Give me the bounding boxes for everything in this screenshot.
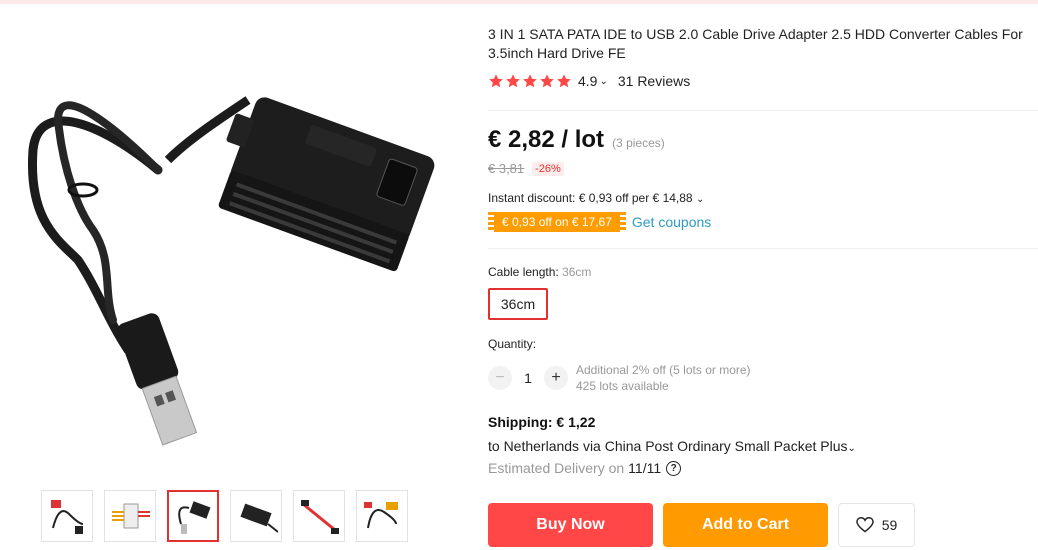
top-border xyxy=(0,0,1038,4)
star-icon xyxy=(489,74,503,88)
help-icon[interactable]: ? xyxy=(666,460,682,476)
thumbnail-1[interactable] xyxy=(41,490,93,542)
cable-length-selected: 36cm xyxy=(562,265,592,279)
instant-discount-text: Instant discount: € 0,93 off per € 14,88 xyxy=(488,191,693,205)
cable-length-title: Cable length: xyxy=(488,265,559,279)
star-icon xyxy=(523,74,537,88)
product-title: 3 IN 1 SATA PATA IDE to USB 2.0 Cable Dr… xyxy=(488,26,1023,61)
wishlist-count: 59 xyxy=(881,517,898,533)
discount-badge: -26% xyxy=(532,161,564,176)
estimated-delivery-date: 11/11 xyxy=(628,460,662,476)
heart-icon xyxy=(855,517,874,533)
coupon-edge xyxy=(619,212,626,232)
estimated-delivery: Estimated Delivery on 11/11 ? xyxy=(488,460,682,476)
coupon-row: € 0,93 off on € 17,67 Get coupons xyxy=(488,212,711,232)
chevron-down-icon: ⌄ xyxy=(695,194,705,205)
instant-discount[interactable]: Instant discount: € 0,93 off per € 14,88… xyxy=(488,191,704,205)
quantity-info: Additional 2% off (5 lots or more) 425 l… xyxy=(576,362,751,394)
thumbnail-4[interactable] xyxy=(230,490,282,542)
star-rating xyxy=(488,73,572,89)
shipping-destination[interactable]: to Netherlands via China Post Ordinary S… xyxy=(488,438,856,454)
shipping-destination-text: to Netherlands via China Post Ordinary S… xyxy=(488,438,848,454)
thumbnail-5[interactable] xyxy=(293,490,345,542)
divider xyxy=(488,110,1038,111)
original-price: € 3,81 xyxy=(488,161,525,176)
get-coupons-link[interactable]: Get coupons xyxy=(632,214,711,230)
wishlist-button[interactable]: 59 xyxy=(838,503,915,547)
star-icon xyxy=(557,74,571,88)
original-price-row: € 3,81 -26% xyxy=(488,161,564,176)
coupon-tag[interactable]: € 0,93 off on € 17,67 xyxy=(494,212,620,232)
quantity-label: Quantity: xyxy=(488,337,537,351)
main-product-image[interactable] xyxy=(18,60,438,460)
current-price: € 2,82 / lot xyxy=(488,126,605,153)
add-to-cart-button[interactable]: Add to Cart xyxy=(663,503,828,547)
divider xyxy=(488,248,1038,249)
increase-button[interactable]: + xyxy=(544,366,568,390)
star-icon xyxy=(506,74,520,88)
decrease-button[interactable]: − xyxy=(488,366,512,390)
lots-available-text: 425 lots available xyxy=(576,379,669,393)
quantity-value[interactable]: 1 xyxy=(512,370,544,386)
thumbnail-3[interactable] xyxy=(167,490,219,542)
rating-value[interactable]: 4.9 xyxy=(578,73,597,89)
estimated-delivery-label: Estimated Delivery on xyxy=(488,460,625,476)
thumbnail-strip xyxy=(41,490,408,542)
cable-length-label: Cable length: 36cm xyxy=(488,265,591,279)
chevron-down-icon[interactable]: ⌄ xyxy=(599,76,607,87)
buy-now-button[interactable]: Buy Now xyxy=(488,503,653,547)
shipping-title: Shipping: € 1,22 xyxy=(488,414,596,430)
price-row: € 2,82 / lot (3 pieces) xyxy=(488,126,665,154)
cable-length-option-36cm[interactable]: 36cm xyxy=(488,288,548,320)
rating-row: 4.9 ⌄ 31 Reviews xyxy=(488,73,690,89)
bulk-discount-text: Additional 2% off (5 lots or more) xyxy=(576,363,751,377)
chevron-down-icon: ⌄ xyxy=(847,443,856,454)
star-icon xyxy=(540,74,554,88)
thumbnail-6[interactable] xyxy=(356,490,408,542)
reviews-link[interactable]: 31 Reviews xyxy=(618,73,690,89)
quantity-stepper: − 1 + xyxy=(488,366,568,390)
lot-pieces: (3 pieces) xyxy=(612,136,665,150)
thumbnail-2[interactable] xyxy=(104,490,156,542)
